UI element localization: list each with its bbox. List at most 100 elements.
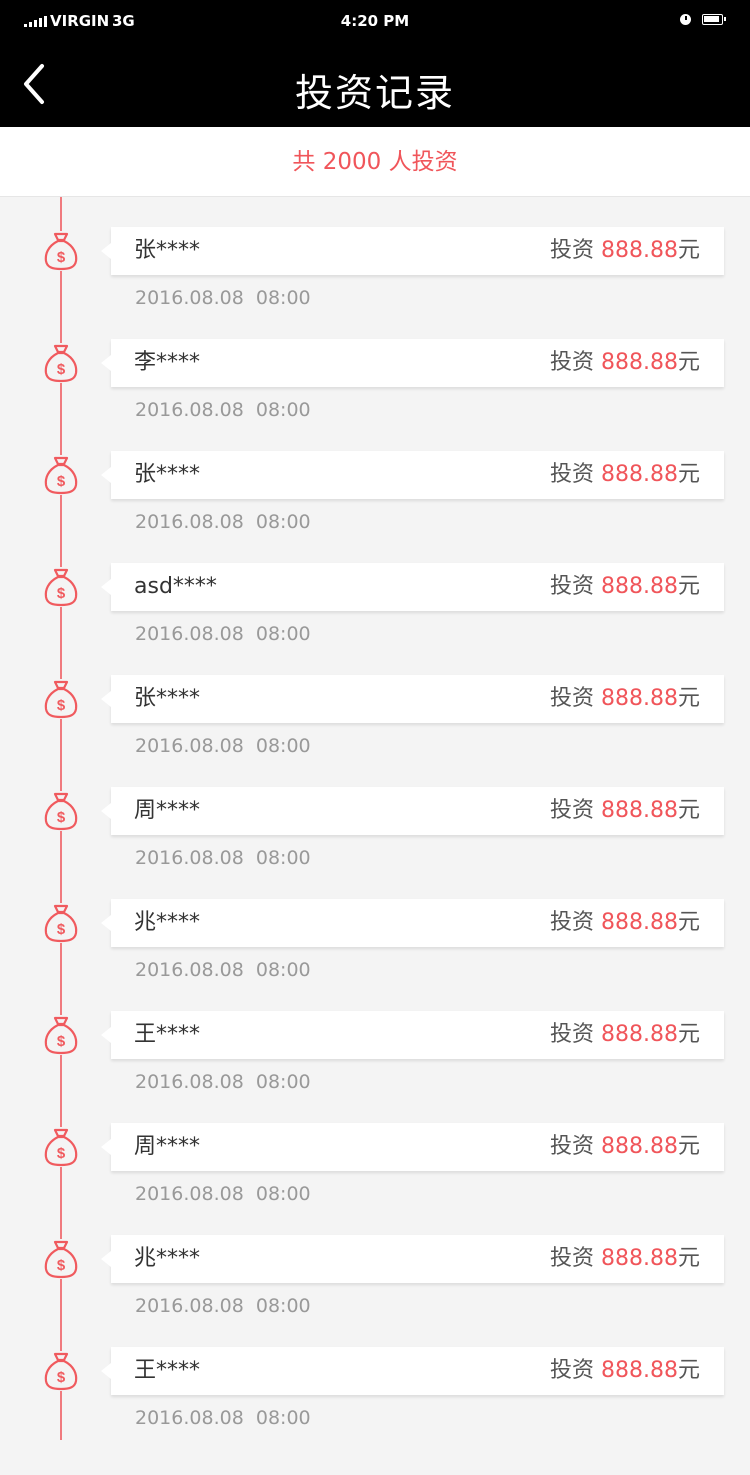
record-date: 2016.08.08 08:00 xyxy=(135,1407,311,1429)
amount-label: 投资 xyxy=(549,350,594,375)
record-card[interactable]: asd**** 投资 888.88元 xyxy=(101,563,724,611)
list-item: $ 王**** 投资 888.88元 2016.08.08 08:00 xyxy=(0,1317,750,1429)
record-card[interactable]: 周**** 投资 888.88元 xyxy=(101,787,724,835)
amount-unit: 元 xyxy=(677,462,700,487)
list-item: $ 兆**** 投资 888.88元 2016.08.08 08:00 xyxy=(0,1205,750,1317)
money-bag-icon: $ xyxy=(43,455,79,495)
investor-name: 张**** xyxy=(134,462,201,487)
amount-label: 投资 xyxy=(549,686,594,711)
list-item: $ 张**** 投资 888.88元 2016.08.08 08:00 xyxy=(0,421,750,533)
svg-text:$: $ xyxy=(57,809,66,826)
alarm-icon xyxy=(680,14,691,25)
list-item: $ 周**** 投资 888.88元 2016.08.08 08:00 xyxy=(0,757,750,869)
investor-name: 张**** xyxy=(134,686,201,711)
list-item: $ 张**** 投资 888.88元 2016.08.08 08:00 xyxy=(0,645,750,757)
page-title: 投资记录 xyxy=(294,71,455,115)
money-bag-icon: $ xyxy=(43,231,79,271)
list-item: $ asd**** 投资 888.88元 2016.08.08 08:00 xyxy=(0,533,750,645)
svg-text:$: $ xyxy=(57,585,66,602)
record-date: 2016.08.08 08:00 xyxy=(135,623,311,645)
amount-label: 投资 xyxy=(549,574,594,599)
amount-label: 投资 xyxy=(549,1246,594,1271)
investor-name: 张**** xyxy=(134,238,201,263)
investor-name: 周**** xyxy=(134,798,201,823)
amount-unit: 元 xyxy=(677,686,700,711)
amount-value: 888.88 xyxy=(601,1246,678,1271)
investor-name: 兆**** xyxy=(134,1246,201,1271)
investor-name: 兆**** xyxy=(134,910,201,935)
investment-amount: 投资 888.88元 xyxy=(550,1123,700,1171)
amount-value: 888.88 xyxy=(601,910,678,935)
amount-label: 投资 xyxy=(549,238,594,263)
record-card[interactable]: 李**** 投资 888.88元 xyxy=(101,339,724,387)
record-card[interactable]: 张**** 投资 888.88元 xyxy=(101,451,724,499)
amount-label: 投资 xyxy=(549,1022,594,1047)
amount-unit: 元 xyxy=(677,798,700,823)
amount-label: 投资 xyxy=(549,910,594,935)
amount-unit: 元 xyxy=(677,910,700,935)
record-card[interactable]: 王**** 投资 888.88元 xyxy=(101,1011,724,1059)
svg-text:$: $ xyxy=(57,697,66,714)
list-item: $ 周**** 投资 888.88元 2016.08.08 08:00 xyxy=(0,1093,750,1205)
svg-text:$: $ xyxy=(57,361,66,378)
svg-text:$: $ xyxy=(57,249,66,266)
money-bag-icon: $ xyxy=(43,343,79,383)
record-date: 2016.08.08 08:00 xyxy=(135,1183,311,1205)
money-bag-icon: $ xyxy=(43,679,79,719)
investment-amount: 投资 888.88元 xyxy=(550,1347,700,1395)
record-card[interactable]: 王**** 投资 888.88元 xyxy=(101,1347,724,1395)
list-item: $ 王**** 投资 888.88元 2016.08.08 08:00 xyxy=(0,981,750,1093)
battery-icon xyxy=(702,14,726,25)
investment-amount: 投资 888.88元 xyxy=(550,563,700,611)
svg-text:$: $ xyxy=(57,1369,66,1386)
investor-name: 王**** xyxy=(134,1358,201,1383)
record-card[interactable]: 张**** 投资 888.88元 xyxy=(101,227,724,275)
record-date: 2016.08.08 08:00 xyxy=(135,399,311,421)
investment-amount: 投资 888.88元 xyxy=(550,227,700,275)
record-date: 2016.08.08 08:00 xyxy=(135,959,311,981)
list-item: $ 张**** 投资 888.88元 2016.08.08 08:00 xyxy=(0,197,750,309)
record-date: 2016.08.08 08:00 xyxy=(135,1071,311,1093)
amount-value: 888.88 xyxy=(601,798,678,823)
amount-value: 888.88 xyxy=(601,686,678,711)
amount-value: 888.88 xyxy=(601,574,678,599)
investor-name: 周**** xyxy=(134,1134,201,1159)
amount-unit: 元 xyxy=(677,1134,700,1159)
money-bag-icon: $ xyxy=(43,1015,79,1055)
list-item: $ 兆**** 投资 888.88元 2016.08.08 08:00 xyxy=(0,869,750,981)
record-date: 2016.08.08 08:00 xyxy=(135,287,311,309)
list-item: $ 李**** 投资 888.88元 2016.08.08 08:00 xyxy=(0,309,750,421)
record-card[interactable]: 兆**** 投资 888.88元 xyxy=(101,899,724,947)
investor-name: asd**** xyxy=(134,574,217,599)
record-date: 2016.08.08 08:00 xyxy=(135,735,311,757)
investor-name: 王**** xyxy=(134,1022,201,1047)
amount-label: 投资 xyxy=(549,1358,594,1383)
svg-text:$: $ xyxy=(57,921,66,938)
svg-text:$: $ xyxy=(57,1033,66,1050)
amount-unit: 元 xyxy=(677,1246,700,1271)
amount-value: 888.88 xyxy=(601,1022,678,1047)
status-bar: VIRGIN 3G 4:20 PM xyxy=(0,0,750,40)
investment-amount: 投资 888.88元 xyxy=(550,899,700,947)
investment-amount: 投资 888.88元 xyxy=(550,787,700,835)
investment-amount: 投资 888.88元 xyxy=(550,1011,700,1059)
record-card[interactable]: 周**** 投资 888.88元 xyxy=(101,1123,724,1171)
amount-label: 投资 xyxy=(549,798,594,823)
amount-unit: 元 xyxy=(677,1358,700,1383)
svg-text:$: $ xyxy=(57,473,66,490)
investment-amount: 投资 888.88元 xyxy=(550,451,700,499)
amount-unit: 元 xyxy=(677,350,700,375)
amount-unit: 元 xyxy=(677,574,700,599)
record-card[interactable]: 兆**** 投资 888.88元 xyxy=(101,1235,724,1283)
record-card[interactable]: 张**** 投资 888.88元 xyxy=(101,675,724,723)
money-bag-icon: $ xyxy=(43,567,79,607)
investor-count-banner: 共 2000 人投资 xyxy=(0,127,750,197)
money-bag-icon: $ xyxy=(43,903,79,943)
amount-value: 888.88 xyxy=(601,462,678,487)
investment-amount: 投资 888.88元 xyxy=(550,339,700,387)
money-bag-icon: $ xyxy=(43,1127,79,1167)
record-date: 2016.08.08 08:00 xyxy=(135,511,311,533)
status-time: 4:20 PM xyxy=(340,12,410,30)
amount-value: 888.88 xyxy=(601,238,678,263)
header: VIRGIN 3G 4:20 PM 投资记录 xyxy=(0,0,750,127)
